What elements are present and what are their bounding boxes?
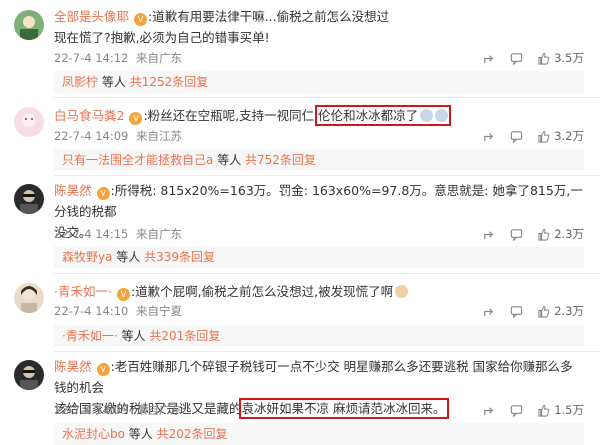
username[interactable]: 陈昊然	[54, 359, 92, 374]
like-count: 3.5万	[554, 51, 584, 65]
comment-button[interactable]	[510, 404, 523, 417]
verified-badge-icon: V	[134, 13, 147, 26]
share-button[interactable]	[483, 404, 496, 417]
like-button[interactable]: 3.2万	[537, 128, 584, 144]
timestamp: 22-7-4 14:12	[54, 51, 129, 65]
thumbs-up-icon	[538, 130, 550, 143]
timestamp: 22-7-4 14:10	[54, 304, 129, 318]
avatar[interactable]	[14, 360, 44, 390]
divider	[54, 273, 600, 274]
comment-button[interactable]	[510, 52, 523, 65]
comment-button[interactable]	[510, 305, 523, 318]
highlighted-text: 袁冰妍如果不凉 麻烦请范冰冰回来。	[238, 398, 449, 419]
verified-badge-icon: V	[129, 112, 143, 125]
highlighted-text: 伦伦和冰冰都凉了	[315, 105, 452, 126]
location: 来自广东	[136, 227, 183, 241]
emoji-icon	[395, 285, 409, 298]
reply-summary[interactable]: ·青禾如一· 等人 共201条回复	[54, 325, 584, 347]
emoji-icon	[420, 109, 434, 122]
share-icon	[484, 230, 494, 239]
comment-icon	[511, 52, 523, 65]
username[interactable]: ·青禾如一·	[54, 284, 112, 299]
comment-text: 白马食马粪2 V:粉丝还在空瓶呢,支持一视同仁,伦伦和冰冰都凉了	[54, 105, 584, 126]
comment-actions: 2.3万	[483, 303, 584, 319]
comment-text: ·青禾如一· V:道歉个屁啊,偷税之前怎么没想过,被发现慌了啊	[54, 281, 584, 302]
divider	[54, 175, 600, 176]
share-icon	[484, 54, 494, 63]
comment-meta: 22-7-4 14:12 来自广东	[54, 50, 186, 66]
comment-meta: 22-7-4 14:09 来自江苏	[54, 128, 186, 144]
emoji-icon	[435, 109, 449, 122]
like-count: 2.3万	[554, 227, 584, 241]
username[interactable]: 白马食马粪2	[54, 108, 124, 123]
comment-text: 全部是头像耶 V:道歉有用要法律干嘛...偷税之前怎么没想过 现在慌了?抱歉,必…	[54, 9, 390, 45]
comment-text-line2: 现在慌了?抱歉,必须为自己的错事买单!	[54, 30, 270, 45]
divider	[54, 97, 600, 98]
comment-actions: 1.5万	[483, 402, 584, 418]
location: 来自广东	[136, 51, 183, 65]
username[interactable]: 全部是头像耶	[54, 9, 129, 24]
comment-actions: 3.5万	[483, 50, 584, 66]
verified-badge-icon: V	[96, 363, 110, 376]
timestamp: 22-7-4 14:09	[54, 129, 129, 143]
divider	[54, 351, 600, 352]
like-button[interactable]: 1.5万	[537, 402, 584, 418]
thumbs-up-icon	[538, 305, 550, 318]
avatar[interactable]	[14, 184, 44, 214]
share-button[interactable]	[483, 52, 496, 65]
like-count: 2.3万	[554, 304, 584, 318]
thumbs-up-icon	[538, 404, 550, 417]
reply-summary[interactable]: 凤影柠 等人 共1252条回复	[54, 71, 584, 93]
share-button[interactable]	[483, 130, 496, 143]
like-button[interactable]: 2.3万	[537, 226, 584, 242]
thumbs-up-icon	[538, 52, 550, 65]
comment-actions: 3.2万	[483, 128, 584, 144]
avatar[interactable]	[14, 107, 44, 137]
verified-badge-icon: V	[96, 187, 110, 200]
comment-button[interactable]	[510, 130, 523, 143]
location: 来自宁夏	[136, 304, 183, 318]
reply-summary[interactable]: 只有一法围全才能拯救自己a 等人 共752条回复	[54, 149, 584, 171]
comment-icon	[511, 404, 523, 417]
comment-icon	[511, 130, 523, 143]
share-icon	[484, 132, 494, 141]
like-count: 3.2万	[554, 129, 584, 143]
avatar[interactable]	[14, 10, 44, 40]
reply-summary[interactable]: 森牧野ya 等人 共339条回复	[54, 246, 584, 268]
comment-meta: 22-7-4 14:10 来自宁夏	[54, 303, 186, 319]
share-icon	[484, 307, 494, 316]
share-icon	[484, 406, 494, 415]
comment-actions: 2.3万	[483, 226, 584, 242]
timestamp: 22-7-4 14:09	[54, 403, 129, 417]
timestamp: 22-7-4 14:15	[54, 227, 129, 241]
like-count: 1.5万	[554, 403, 584, 417]
comment-meta: 22-7-4 14:09 来自广东	[54, 402, 186, 418]
comment-icon	[511, 228, 523, 241]
like-button[interactable]: 2.3万	[537, 303, 584, 319]
comment-meta: 22-7-4 14:15 来自广东	[54, 226, 186, 242]
comment-button[interactable]	[510, 228, 523, 241]
share-button[interactable]	[483, 305, 496, 318]
username[interactable]: 陈昊然	[54, 183, 92, 198]
comment-icon	[511, 305, 523, 318]
location: 来自江苏	[136, 129, 183, 143]
reply-summary[interactable]: 水泥封心bo 等人 共202条回复	[54, 423, 584, 445]
like-button[interactable]: 3.5万	[537, 50, 584, 66]
thumbs-up-icon	[538, 228, 550, 241]
verified-badge-icon: V	[116, 288, 130, 301]
avatar[interactable]	[14, 283, 44, 313]
location: 来自广东	[136, 403, 183, 417]
share-button[interactable]	[483, 228, 496, 241]
